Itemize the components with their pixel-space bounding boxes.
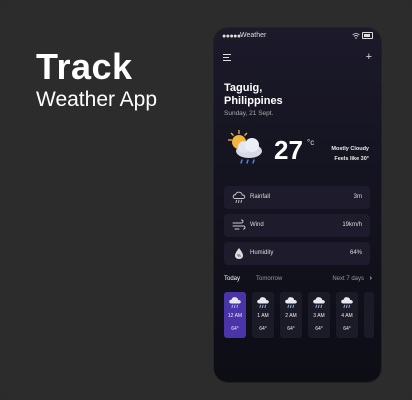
signal-dots: ●●●●● [222, 33, 241, 40]
hour-temp: 64° [343, 326, 351, 332]
plus-icon[interactable]: + [366, 51, 372, 63]
tab-next-7-days[interactable]: Next 7 days [332, 276, 364, 282]
metric-label: Rainfall [250, 194, 271, 200]
temperature-unit: °c [307, 138, 315, 147]
metric-row-humidity[interactable]: % Humidity 64% [224, 242, 370, 265]
phone-mockup: ●●●●● Weather + Taguig, Philippines Sund… [214, 28, 381, 382]
tab-today[interactable]: Today [224, 276, 240, 282]
condition-text: Mostly Cloudy [331, 146, 369, 152]
metric-row-wind[interactable]: Wind 19km/h [224, 214, 370, 237]
date-label: Sunday, 21 Sept. [224, 110, 274, 117]
metric-value: 64% [349, 250, 362, 256]
chevron-right-icon[interactable]: › [370, 275, 372, 282]
hour-card[interactable]: 1 AM 64° [252, 292, 274, 338]
menu-icon[interactable] [223, 54, 231, 61]
hourly-forecast: 12 AM 64° 1 AM 64° 2 AM 64° 3 AM 64° 4 A… [224, 292, 381, 340]
city-line-2: Philippines [224, 95, 283, 107]
status-bar: ●●●●● Weather [222, 32, 373, 42]
rain-cloud-icon [313, 297, 325, 308]
hour-temp: 64° [287, 326, 295, 332]
temperature-value: 27 [274, 135, 303, 165]
rain-cloud-icon [341, 297, 353, 308]
svg-text:%: % [237, 253, 241, 258]
rain-cloud-icon [285, 297, 297, 308]
hour-time: 2 AM [285, 313, 297, 319]
hour-card[interactable]: 3 AM 64° [308, 292, 330, 338]
battery-icon [362, 32, 373, 39]
location-title: Taguig, Philippines [224, 82, 344, 108]
metric-label: Wind [250, 222, 264, 228]
city-line-1: Taguig, [224, 82, 263, 94]
feels-like-text: Feels like 30° [334, 156, 369, 162]
hour-time: 1 AM [257, 313, 269, 319]
promo-card: Track Weather App ●●●●● Weather + Taguig… [0, 0, 412, 400]
hero-subtitle: Weather App [36, 88, 158, 111]
wifi-icon [352, 32, 360, 39]
hour-temp: 64° [315, 326, 323, 332]
humidity-drop-icon: % [235, 248, 243, 259]
forecast-tabs: Today Tomorrow Next 7 days › [224, 275, 372, 286]
rain-cloud-icon [257, 297, 269, 308]
hour-card[interactable]: 4 AM 64° [336, 292, 358, 338]
hour-card[interactable]: 12 AM 64° [224, 292, 246, 338]
metric-row-rainfall[interactable]: Rainfall 3m [224, 186, 370, 209]
metric-value: 3m [353, 194, 362, 200]
hour-card-partial[interactable] [364, 292, 374, 338]
hour-time: 3 AM [313, 313, 325, 319]
rain-cloud-icon [229, 297, 241, 308]
hour-temp: 64° [259, 326, 267, 332]
hero-title: Track [36, 46, 133, 87]
hour-time: 4 AM [341, 313, 353, 319]
metric-label: Humidity [250, 250, 274, 256]
status-carrier: Weather [240, 32, 267, 39]
condition-block: Mostly Cloudy Feels like 30° [331, 144, 369, 164]
hour-temp: 64° [231, 326, 239, 332]
status-right [352, 32, 373, 39]
wind-icon [232, 219, 246, 230]
metric-value: 19km/h [342, 222, 362, 228]
rain-cloud-icon [232, 191, 246, 203]
partly-cloudy-rain-icon [228, 130, 262, 164]
hour-card[interactable]: 2 AM 64° [280, 292, 302, 338]
tab-tomorrow[interactable]: Tomorrow [256, 276, 282, 282]
hour-time: 12 AM [227, 313, 243, 319]
